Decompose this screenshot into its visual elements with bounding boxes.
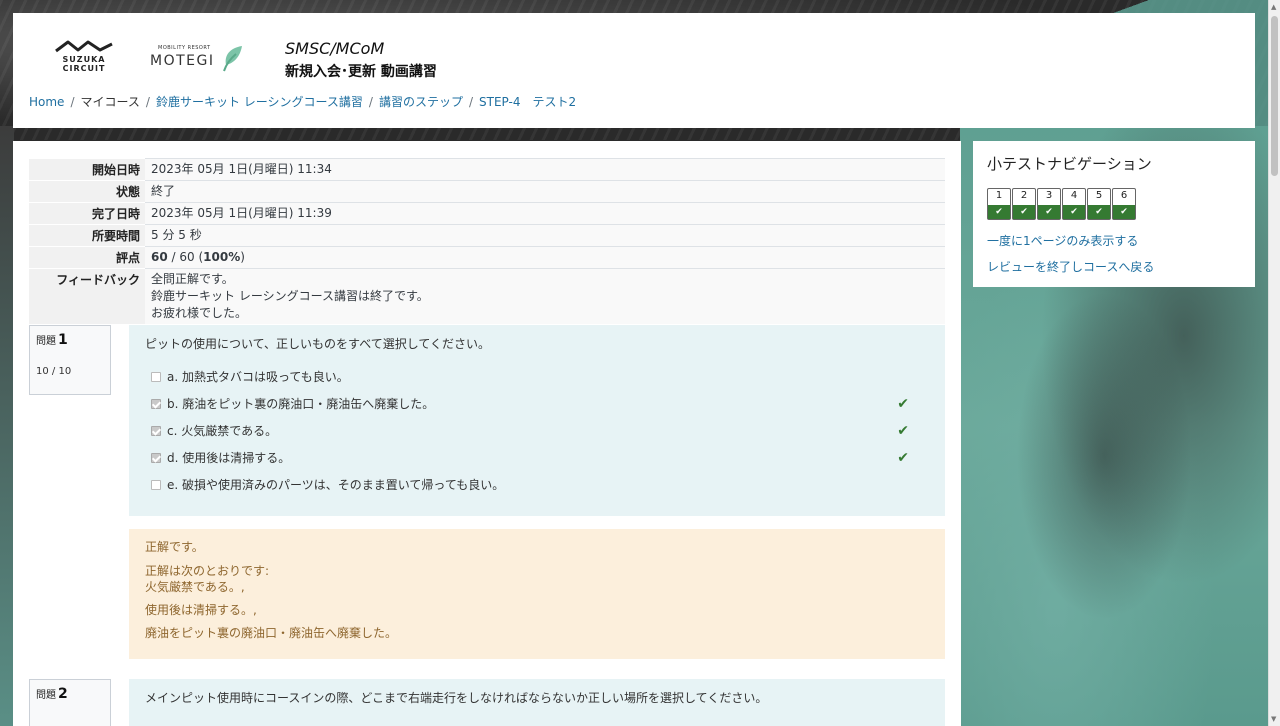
right-answer: 廃油をピット裏の廃油口・廃油缶へ廃棄した。 (145, 626, 398, 640)
question-1-feedback: 正解です。 正解は次のとおりです: 火気厳禁である。, 使用後は清掃する。, 廃… (129, 529, 945, 659)
summary-value: 終了 (145, 180, 945, 203)
check-icon: ✔ (1013, 205, 1035, 219)
quiz-nav-button-1[interactable]: 1 ✔ (987, 188, 1011, 220)
scroll-down-icon[interactable]: ▼ (1271, 715, 1276, 723)
quiz-navigation: 小テストナビゲーション 1 ✔ 2 ✔ 3 ✔ 4 ✔ 5 ✔ 6 ✔ 一度に1ページのみ表示する レ… (973, 141, 1255, 287)
feedback-line: 鈴鹿サーキット レーシングコース講習は終了です。 (151, 289, 429, 303)
right-answer: 火気厳禁である。, (145, 580, 245, 594)
checkbox-checked[interactable] (151, 426, 161, 436)
summary-row: 状態 終了 (29, 180, 945, 203)
answer-option-e[interactable]: e. 破損や使用済みのパーツは、そのまま置いて帰っても良い。 (145, 472, 929, 499)
right-answer: 使用後は清掃する。, (145, 603, 257, 617)
feedback-line: 全問正解です。 (151, 272, 234, 286)
correct-check-icon: ✔ (897, 396, 909, 412)
suzuka-logo-icon (55, 40, 113, 53)
suzuka-logo-line1: SUZUKA (62, 55, 106, 64)
breadcrumb-step4-test2[interactable]: STEP-4 テスト2 (479, 95, 576, 109)
quiz-nav-title: 小テストナビゲーション (987, 155, 1152, 173)
quiz-nav-button-3[interactable]: 3 ✔ (1037, 188, 1061, 220)
check-icon: ✔ (1063, 205, 1085, 219)
site-title-line1: SMSC/MCoM (285, 39, 385, 58)
question-number: 1 (58, 332, 68, 348)
quiz-nav-button-4[interactable]: 4 ✔ (1062, 188, 1086, 220)
summary-label: 状態 (29, 180, 145, 203)
question-text: メインピット使用時にコースインの際、どこまで右端走行をしなければならないか正しい… (145, 691, 768, 705)
finish-review-link[interactable]: レビューを終了しコースへ戻る (987, 258, 1241, 275)
answer-option-c[interactable]: c. 火気厳禁である。 ✔ (145, 418, 929, 445)
summary-label: 完了日時 (29, 202, 145, 225)
question-1-content: ピットの使用について、正しいものをすべて選択してください。 a. 加熱式タバコは… (129, 325, 945, 516)
answer-option-d[interactable]: d. 使用後は清掃する。 ✔ (145, 445, 929, 472)
checkbox-checked[interactable] (151, 453, 161, 463)
scroll-up-icon[interactable]: ▲ (1271, 3, 1276, 11)
motegi-logo-small: MOBILITY RESORT (158, 45, 211, 51)
check-icon: ✔ (1113, 205, 1135, 219)
feedback-label: フィードバック (29, 268, 145, 324)
question-text: ピットの使用について、正しいものをすべて選択してください。 (145, 337, 491, 351)
suzuka-logo-line2: CIRCUIT (62, 64, 106, 73)
feedback-value: 全問正解です。 鈴鹿サーキット レーシングコース講習は終了です。 お疲れ様でした… (145, 268, 945, 324)
question-label: 問題 (36, 690, 56, 701)
site-title-line2: 新規入会･更新 動画講習 (285, 64, 437, 80)
summary-row: 所要時間 5 分 5 秒 (29, 224, 945, 247)
correct-check-icon: ✔ (897, 423, 909, 439)
motegi-logo-big: MOTEGI (150, 53, 215, 69)
breadcrumb-course[interactable]: 鈴鹿サーキット レーシングコース講習 (156, 95, 363, 109)
main-content: 開始日時 2023年 05月 1日(月曜日) 11:34 状態 終了 完了日時 … (13, 141, 961, 726)
check-icon: ✔ (1088, 205, 1110, 219)
summary-value: 2023年 05月 1日(月曜日) 11:34 (145, 158, 945, 181)
summary-value: 2023年 05月 1日(月曜日) 11:39 (145, 202, 945, 225)
leaf-icon (223, 46, 242, 72)
breadcrumb: Home / マイコース / 鈴鹿サーキット レーシングコース講習 / 講習のステップ / ST… (29, 95, 577, 109)
check-icon: ✔ (1038, 205, 1060, 219)
summary-row: 完了日時 2023年 05月 1日(月曜日) 11:39 (29, 202, 945, 225)
show-one-page-link[interactable]: 一度に1ページのみ表示する (987, 232, 1241, 249)
grade-percent: 100% (203, 250, 241, 264)
right-answer-intro: 正解は次のとおりです: (145, 564, 270, 578)
quiz-nav-button-5[interactable]: 5 ✔ (1087, 188, 1111, 220)
summary-value: 5 分 5 秒 (145, 224, 945, 247)
breadcrumb-my-courses: マイコース (80, 95, 140, 109)
question-number: 2 (58, 686, 68, 702)
answer-option-b[interactable]: b. 廃油をピット裏の廃油口・廃油缶へ廃棄した。 ✔ (145, 391, 929, 418)
correct-check-icon: ✔ (897, 450, 909, 466)
quiz-nav-button-6[interactable]: 6 ✔ (1112, 188, 1136, 220)
checkbox-checked[interactable] (151, 399, 161, 409)
summary-row-grade: 評点 60 / 60 (100%) (29, 246, 945, 269)
feedback-title: 正解です。 (145, 540, 204, 554)
checkbox[interactable] (151, 480, 161, 490)
breadcrumb-steps[interactable]: 講習のステップ (379, 95, 463, 109)
scroll-thumb[interactable] (1271, 16, 1278, 176)
feedback-line: お疲れ様でした。 (151, 306, 248, 320)
question-mark: 10 / 10 (36, 366, 72, 377)
checkbox[interactable] (151, 372, 161, 382)
summary-label: 開始日時 (29, 158, 145, 181)
check-icon: ✔ (988, 205, 1010, 219)
grade-score: 60 (151, 250, 168, 264)
attempt-summary-table: 開始日時 2023年 05月 1日(月曜日) 11:34 状態 終了 完了日時 … (29, 158, 945, 324)
answer-option-a[interactable]: a. 加熱式タバコは吸っても良い。 (145, 364, 929, 391)
quiz-nav-button-2[interactable]: 2 ✔ (1012, 188, 1036, 220)
background-left-strip (0, 126, 14, 726)
summary-row-feedback: フィードバック 全問正解です。 鈴鹿サーキット レーシングコース講習は終了です。… (29, 268, 945, 324)
breadcrumb-home[interactable]: Home (29, 95, 64, 109)
grade-value: 60 / 60 (100%) (145, 246, 945, 269)
quiz-nav-buttons: 1 ✔ 2 ✔ 3 ✔ 4 ✔ 5 ✔ 6 ✔ (987, 188, 1241, 220)
answer-options: a. 加熱式タバコは吸っても良い。 b. 廃油をピット裏の廃油口・廃油缶へ廃棄し… (145, 364, 929, 499)
grade-label: 評点 (29, 246, 145, 269)
page-scrollbar[interactable]: ▲ ▼ (1268, 0, 1280, 726)
question-1-info: 問題 1 10 / 10 (29, 325, 111, 395)
suzuka-circuit-logo[interactable]: SUZUKA CIRCUIT (53, 39, 115, 79)
question-2-info: 問題 2 (29, 679, 111, 726)
question-2-content: メインピット使用時にコースインの際、どこまで右端走行をしなければならないか正しい… (129, 679, 945, 726)
question-label: 問題 (36, 336, 56, 347)
summary-label: 所要時間 (29, 224, 145, 247)
summary-row: 開始日時 2023年 05月 1日(月曜日) 11:34 (29, 158, 945, 181)
page-header: SUZUKA CIRCUIT MOBILITY RESORT MOTEGI SM… (13, 13, 1255, 128)
